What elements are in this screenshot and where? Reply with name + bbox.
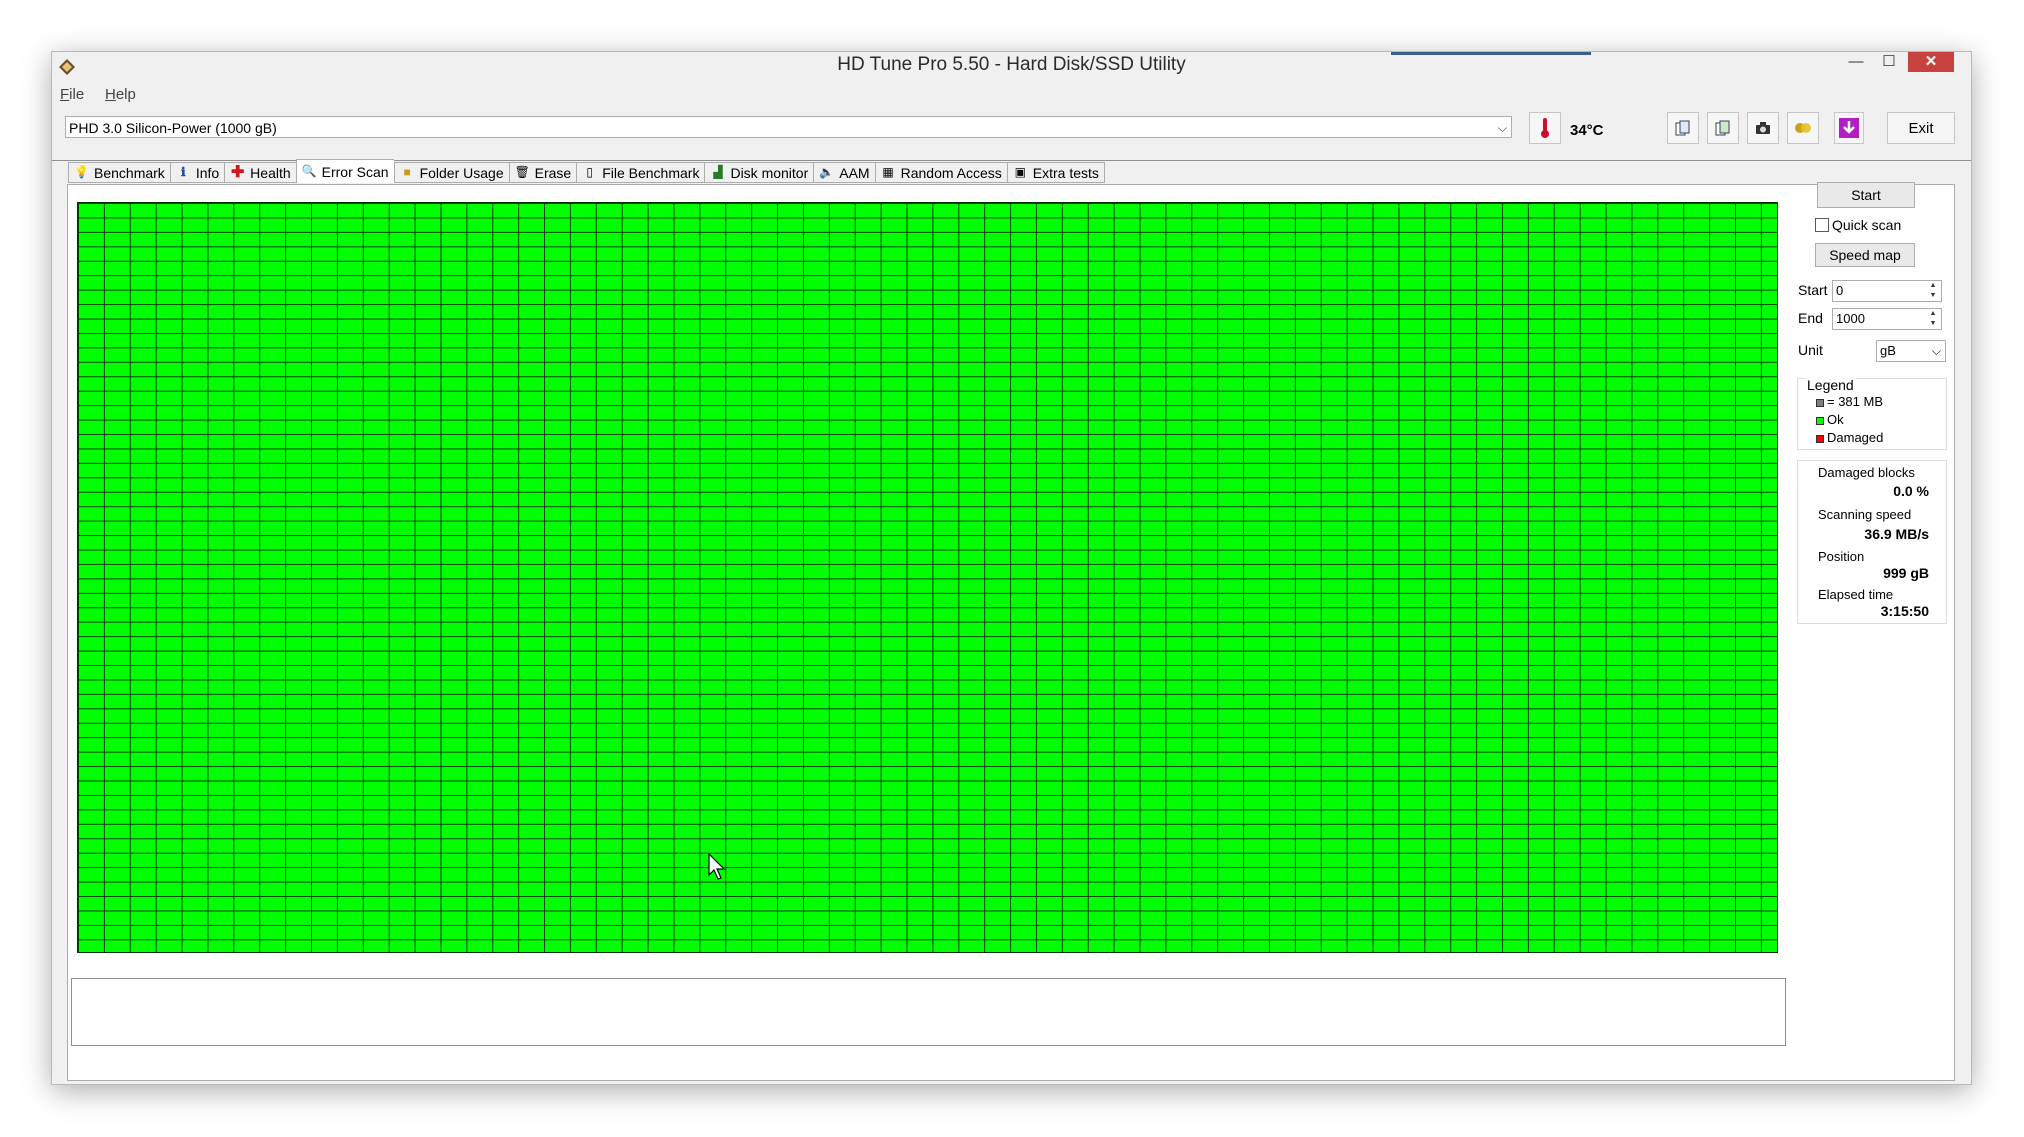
tab-label: Random Access bbox=[900, 164, 1002, 181]
scanning-speed-value: 36.9 MB/s bbox=[1864, 526, 1929, 542]
legend-damaged-label: Damaged bbox=[1827, 430, 1884, 445]
start-position-field[interactable]: 0 ▲ ▼ bbox=[1832, 280, 1942, 302]
speed-map-button[interactable]: Speed map bbox=[1815, 243, 1915, 267]
tab-label: Folder Usage bbox=[419, 164, 504, 181]
tab-file-benchmark[interactable]: ▯ File Benchmark bbox=[576, 162, 705, 183]
tab-label: Benchmark bbox=[94, 164, 165, 181]
file-benchmark-icon: ▯ bbox=[586, 165, 593, 179]
tab-label: File Benchmark bbox=[602, 164, 700, 181]
chevron-down-icon: ⌵ bbox=[1497, 121, 1507, 135]
erase-icon: 🗑 bbox=[514, 165, 530, 179]
scan-stats-group: Damaged blocks 0.0 % Scanning speed 36.9… bbox=[1797, 460, 1947, 624]
position-label: Position bbox=[1818, 549, 1865, 564]
disk-monitor-icon: ▟ bbox=[713, 165, 723, 179]
menu-help-label: elp bbox=[115, 86, 136, 103]
start-scan-button[interactable]: Start bbox=[1817, 182, 1915, 208]
quick-scan-checkbox[interactable] bbox=[1815, 218, 1829, 232]
error-scan-panel: Start Quick scan Speed map Start 0 ▲ ▼ En… bbox=[67, 182, 1956, 1081]
tab-label: Health bbox=[250, 164, 291, 181]
tab-extra-tests[interactable]: ▣ Extra tests bbox=[1006, 162, 1105, 183]
chevron-down-icon: ⌵ bbox=[1931, 344, 1941, 358]
menu-help[interactable]: Help bbox=[105, 86, 136, 103]
scan-controls-sidebar: Start Quick scan Speed map Start 0 ▲ ▼ En… bbox=[1797, 182, 1956, 1080]
position-value: 999 gB bbox=[1883, 565, 1929, 581]
tab-erase[interactable]: 🗑 Erase bbox=[508, 162, 577, 183]
damaged-blocks-value: 0.0 % bbox=[1893, 483, 1929, 499]
legend-block-size: = 381 MB bbox=[1827, 394, 1884, 409]
tab-error-scan[interactable]: 🔍 Error Scan bbox=[295, 159, 394, 183]
tab-benchmark[interactable]: 💡 Benchmark bbox=[68, 162, 170, 183]
drive-select[interactable]: PHD 3.0 Silicon-Power (1000 gB) ⌵ bbox=[65, 116, 1512, 138]
copy-info-icon[interactable] bbox=[1667, 112, 1699, 144]
drive-select-value: PHD 3.0 Silicon-Power (1000 gB) bbox=[69, 120, 277, 136]
end-position-field[interactable]: 1000 ▲ ▼ bbox=[1832, 308, 1942, 330]
tab-label: Info bbox=[195, 164, 220, 181]
folder-icon: ■ bbox=[403, 165, 411, 179]
tab-label: Error Scan bbox=[321, 163, 389, 180]
maximize-button[interactable]: ☐ bbox=[1874, 52, 1904, 72]
title-bar: HD Tune Pro 5.50 - Hard Disk/SSD Utility… bbox=[52, 52, 1971, 82]
copy-all-icon[interactable] bbox=[1707, 112, 1739, 144]
random-access-icon: ▦ bbox=[882, 165, 894, 179]
menu-file-accelerator: F bbox=[60, 86, 70, 103]
app-window: HD Tune Pro 5.50 - Hard Disk/SSD Utility… bbox=[52, 52, 1971, 1084]
start-position-label: Start bbox=[1798, 282, 1828, 298]
scan-log-area bbox=[71, 978, 1786, 1046]
error-scan-icon: 🔍 bbox=[301, 164, 317, 178]
spin-arrows-icon[interactable]: ▲ ▼ bbox=[1925, 309, 1941, 329]
scan-block-grid bbox=[77, 202, 1778, 953]
tab-aam[interactable]: 🔈 AAM bbox=[813, 162, 875, 183]
tab-bar: 💡 Benchmark ℹ Info ✚ Health 🔍 Error Scan ■ Fo… bbox=[68, 159, 1105, 184]
save-download-icon[interactable] bbox=[1834, 112, 1864, 144]
tab-info[interactable]: ℹ Info bbox=[169, 162, 225, 183]
damaged-blocks-label: Damaged blocks bbox=[1818, 465, 1915, 480]
window-title: HD Tune Pro 5.50 - Hard Disk/SSD Utility bbox=[837, 54, 1186, 75]
tab-label: Erase bbox=[534, 164, 572, 181]
legend-ok-swatch bbox=[1816, 417, 1824, 425]
toolbar: PHD 3.0 Silicon-Power (1000 gB) ⌵ 34°C E… bbox=[52, 108, 1971, 161]
tab-label: AAM bbox=[839, 164, 870, 181]
unit-label: Unit bbox=[1798, 342, 1823, 358]
end-position-label: End bbox=[1798, 310, 1823, 326]
unit-select-value: gB bbox=[1880, 343, 1896, 358]
exit-button[interactable]: Exit bbox=[1887, 112, 1955, 144]
legend-block-swatch bbox=[1816, 399, 1824, 407]
end-position-value: 1000 bbox=[1836, 311, 1865, 326]
tab-health[interactable]: ✚ Health bbox=[224, 162, 296, 183]
legend-group: Legend = 381 MB Ok Damaged bbox=[1797, 377, 1947, 450]
options-icon[interactable] bbox=[1787, 112, 1819, 144]
legend-ok-label: Ok bbox=[1827, 412, 1844, 427]
quick-scan-label: Quick scan bbox=[1832, 217, 1902, 233]
elapsed-time-value: 3:15:50 bbox=[1880, 603, 1929, 619]
start-position-value: 0 bbox=[1836, 283, 1844, 298]
info-icon: ℹ bbox=[181, 165, 186, 179]
mouse-cursor-icon bbox=[708, 853, 726, 880]
tab-label: Extra tests bbox=[1032, 164, 1099, 181]
health-icon: ✚ bbox=[230, 164, 245, 181]
menu-file[interactable]: File bbox=[60, 86, 84, 103]
extra-tests-icon: ▣ bbox=[1014, 165, 1026, 179]
tab-random-access[interactable]: ▦ Random Access bbox=[874, 162, 1007, 183]
tab-disk-monitor[interactable]: ▟ Disk monitor bbox=[704, 162, 814, 183]
camera-icon[interactable] bbox=[1747, 112, 1779, 144]
scanning-speed-label: Scanning speed bbox=[1818, 507, 1912, 522]
unit-select[interactable]: gB ⌵ bbox=[1876, 340, 1946, 362]
thermometer-icon[interactable] bbox=[1529, 112, 1561, 144]
spin-arrows-icon[interactable]: ▲ ▼ bbox=[1925, 281, 1941, 301]
temperature-readout: 34°C bbox=[1570, 122, 1604, 139]
tab-label: Disk monitor bbox=[730, 164, 809, 181]
minimize-button[interactable]: — bbox=[1841, 52, 1871, 72]
elapsed-time-label: Elapsed time bbox=[1818, 587, 1894, 602]
menu-help-accelerator: H bbox=[105, 86, 116, 103]
benchmark-icon: 💡 bbox=[74, 165, 89, 179]
aam-icon: 🔈 bbox=[819, 165, 835, 179]
legend-damaged-swatch bbox=[1816, 435, 1824, 443]
menu-file-label: ile bbox=[69, 86, 85, 103]
menu-bar: File Help bbox=[52, 82, 1971, 106]
tab-folder-usage[interactable]: ■ Folder Usage bbox=[393, 162, 509, 183]
legend-title: Legend bbox=[1805, 377, 1856, 393]
close-button[interactable]: ✕ bbox=[1908, 52, 1954, 72]
